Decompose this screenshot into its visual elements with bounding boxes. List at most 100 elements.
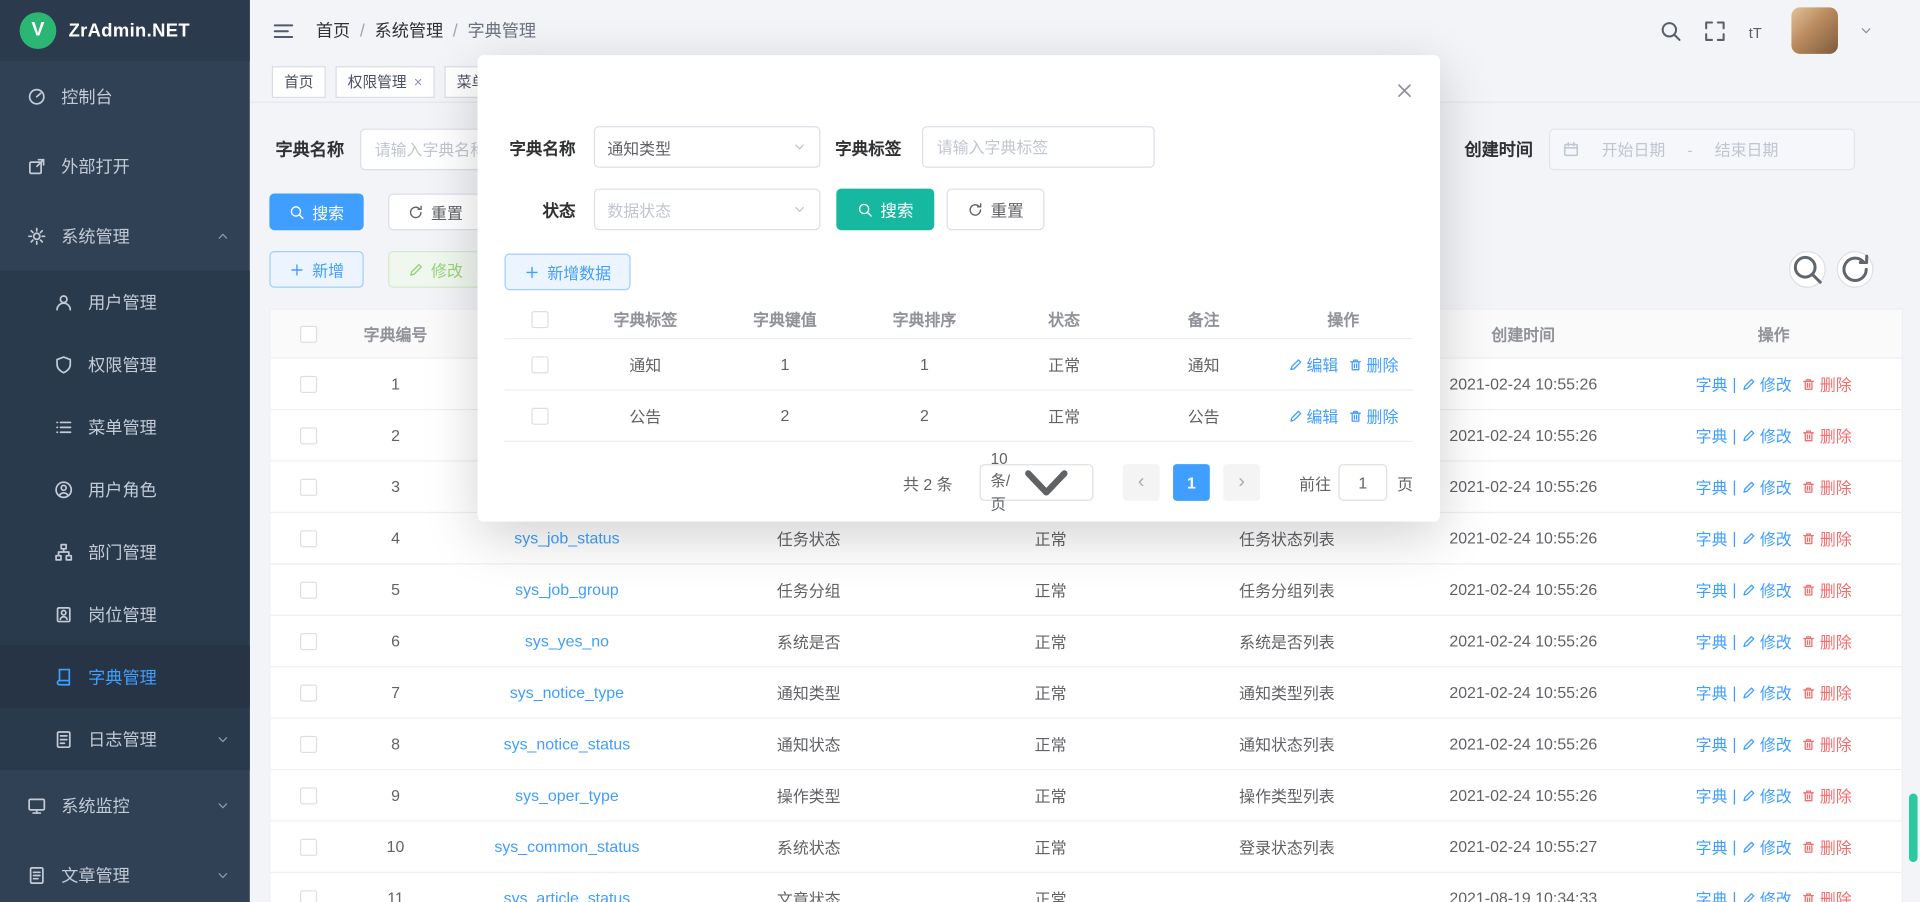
dict-link[interactable]: 字典 bbox=[1696, 578, 1728, 601]
delete-link[interactable]: 删除 bbox=[1801, 372, 1851, 395]
table-row[interactable]: 7 sys_notice_type 通知类型 正常 通知类型列表 2021-02… bbox=[271, 667, 1902, 718]
table-row[interactable]: 11 sys_article_status 文章状态 正常 2021-08-19… bbox=[271, 873, 1902, 902]
dialog-search-button[interactable]: 搜索 bbox=[836, 189, 934, 231]
delete-link[interactable]: 删除 bbox=[1801, 578, 1851, 601]
status-select[interactable]: 数据状态 bbox=[594, 189, 821, 231]
delete-link[interactable]: 删除 bbox=[1801, 527, 1851, 550]
row-checkbox[interactable] bbox=[300, 530, 317, 547]
tab-permissions[interactable]: 权限管理 × bbox=[336, 66, 435, 98]
scrollbar-thumb[interactable] bbox=[1909, 793, 1918, 862]
dict-type-link[interactable]: sys_common_status bbox=[494, 838, 639, 856]
avatar[interactable] bbox=[1791, 7, 1838, 54]
sidebar-item-users[interactable]: 用户管理 bbox=[0, 271, 250, 333]
edit-link[interactable]: 修改 bbox=[1741, 578, 1791, 601]
table-search-toggle-button[interactable] bbox=[1789, 251, 1826, 288]
add-button[interactable]: 新增 bbox=[269, 251, 363, 288]
font-size-icon[interactable] bbox=[1747, 19, 1770, 42]
dict-link[interactable]: 字典 bbox=[1696, 527, 1728, 550]
dict-link[interactable]: 字典 bbox=[1696, 835, 1728, 858]
dict-link[interactable]: 字典 bbox=[1696, 424, 1728, 447]
dict-type-link[interactable]: sys_yes_no bbox=[525, 632, 609, 650]
edit-link[interactable]: 修改 bbox=[1741, 887, 1791, 902]
dict-link[interactable]: 字典 bbox=[1696, 887, 1728, 902]
edit-link[interactable]: 编辑 bbox=[1288, 404, 1338, 427]
end-date-input[interactable] bbox=[1693, 140, 1801, 158]
dict-link[interactable]: 字典 bbox=[1696, 681, 1728, 704]
reset-button[interactable]: 重置 bbox=[388, 193, 482, 230]
table-row[interactable]: 8 sys_notice_status 通知状态 正常 通知状态列表 2021-… bbox=[271, 719, 1902, 770]
row-checkbox[interactable] bbox=[300, 478, 317, 495]
row-checkbox[interactable] bbox=[300, 427, 317, 444]
delete-link[interactable]: 删除 bbox=[1801, 732, 1851, 755]
close-icon[interactable] bbox=[1395, 81, 1415, 101]
chevron-down-icon[interactable] bbox=[1859, 23, 1874, 38]
delete-link[interactable]: 删除 bbox=[1801, 887, 1851, 902]
select-all-checkbox[interactable] bbox=[531, 310, 548, 327]
row-checkbox[interactable] bbox=[300, 632, 317, 649]
edit-link[interactable]: 修改 bbox=[1741, 424, 1791, 447]
dict-link[interactable]: 字典 bbox=[1696, 784, 1728, 807]
edit-link[interactable]: 修改 bbox=[1741, 681, 1791, 704]
search-icon[interactable] bbox=[1659, 19, 1682, 42]
dict-link[interactable]: 字典 bbox=[1696, 475, 1728, 498]
table-row[interactable]: 公告 2 2 正常 公告 编辑 删除 bbox=[504, 391, 1413, 442]
delete-link[interactable]: 删除 bbox=[1348, 404, 1398, 427]
breadcrumb-home[interactable]: 首页 bbox=[316, 18, 350, 42]
row-checkbox[interactable] bbox=[300, 684, 317, 701]
sidebar-item-departments[interactable]: 部门管理 bbox=[0, 520, 250, 582]
edit-link[interactable]: 修改 bbox=[1741, 372, 1791, 395]
delete-link[interactable]: 删除 bbox=[1348, 353, 1398, 376]
dict-type-link[interactable]: sys_oper_type bbox=[515, 786, 619, 804]
fullscreen-icon[interactable] bbox=[1703, 19, 1726, 42]
delete-link[interactable]: 删除 bbox=[1801, 629, 1851, 652]
delete-link[interactable]: 删除 bbox=[1801, 681, 1851, 704]
row-checkbox[interactable] bbox=[300, 375, 317, 392]
row-checkbox[interactable] bbox=[300, 890, 317, 902]
current-page-button[interactable]: 1 bbox=[1173, 464, 1210, 501]
sidebar-item-external[interactable]: 外部打开 bbox=[0, 131, 250, 201]
sidebar-item-menus[interactable]: 菜单管理 bbox=[0, 396, 250, 458]
dict-type-link[interactable]: sys_job_status bbox=[514, 529, 619, 547]
edit-link[interactable]: 编辑 bbox=[1288, 353, 1338, 376]
sidebar-item-monitor[interactable]: 系统监控 bbox=[0, 770, 250, 840]
sidebar-item-roles[interactable]: 用户角色 bbox=[0, 458, 250, 520]
sidebar-item-permissions[interactable]: 权限管理 bbox=[0, 333, 250, 395]
modify-button[interactable]: 修改 bbox=[388, 251, 482, 288]
dict-type-link[interactable]: sys_article_status bbox=[504, 889, 631, 902]
app-logo[interactable]: V ZrAdmin.NET bbox=[0, 0, 250, 61]
dialog-reset-button[interactable]: 重置 bbox=[947, 189, 1045, 231]
row-checkbox[interactable] bbox=[300, 581, 317, 598]
table-row[interactable]: 6 sys_yes_no 系统是否 正常 系统是否列表 2021-02-24 1… bbox=[271, 616, 1902, 667]
edit-link[interactable]: 修改 bbox=[1741, 629, 1791, 652]
row-checkbox[interactable] bbox=[531, 356, 548, 373]
dict-type-link[interactable]: sys_job_group bbox=[515, 580, 619, 598]
delete-link[interactable]: 删除 bbox=[1801, 835, 1851, 858]
goto-page-input[interactable] bbox=[1338, 464, 1387, 501]
delete-link[interactable]: 删除 bbox=[1801, 784, 1851, 807]
row-checkbox[interactable] bbox=[300, 838, 317, 855]
start-date-input[interactable] bbox=[1580, 140, 1688, 158]
sidebar-item-articles[interactable]: 文章管理 bbox=[0, 840, 250, 902]
edit-link[interactable]: 修改 bbox=[1741, 475, 1791, 498]
dict-type-link[interactable]: sys_notice_type bbox=[510, 683, 624, 701]
close-icon[interactable]: × bbox=[414, 74, 423, 89]
sidebar-item-logs[interactable]: 日志管理 bbox=[0, 708, 250, 770]
prev-page-button[interactable]: ‹ bbox=[1123, 464, 1160, 501]
delete-link[interactable]: 删除 bbox=[1801, 424, 1851, 447]
dict-type-link[interactable]: sys_notice_status bbox=[504, 735, 631, 753]
dict-link[interactable]: 字典 bbox=[1696, 732, 1728, 755]
table-refresh-button[interactable] bbox=[1837, 251, 1874, 288]
next-page-button[interactable]: › bbox=[1223, 464, 1260, 501]
table-row[interactable]: 9 sys_oper_type 操作类型 正常 操作类型列表 2021-02-2… bbox=[271, 770, 1902, 821]
search-button[interactable]: 搜索 bbox=[269, 193, 363, 230]
sidebar-item-system[interactable]: 系统管理 bbox=[0, 201, 250, 271]
row-checkbox[interactable] bbox=[300, 787, 317, 804]
table-row[interactable]: 5 sys_job_group 任务分组 正常 任务分组列表 2021-02-2… bbox=[271, 564, 1902, 615]
edit-link[interactable]: 修改 bbox=[1741, 527, 1791, 550]
row-checkbox[interactable] bbox=[531, 407, 548, 424]
dict-name-select[interactable]: 通知类型 bbox=[594, 126, 821, 168]
page-size-select[interactable]: 10条/页 bbox=[980, 464, 1094, 501]
dict-link[interactable]: 字典 bbox=[1696, 372, 1728, 395]
edit-link[interactable]: 修改 bbox=[1741, 732, 1791, 755]
table-row[interactable]: 10 sys_common_status 系统状态 正常 登录状态列表 2021… bbox=[271, 822, 1902, 873]
